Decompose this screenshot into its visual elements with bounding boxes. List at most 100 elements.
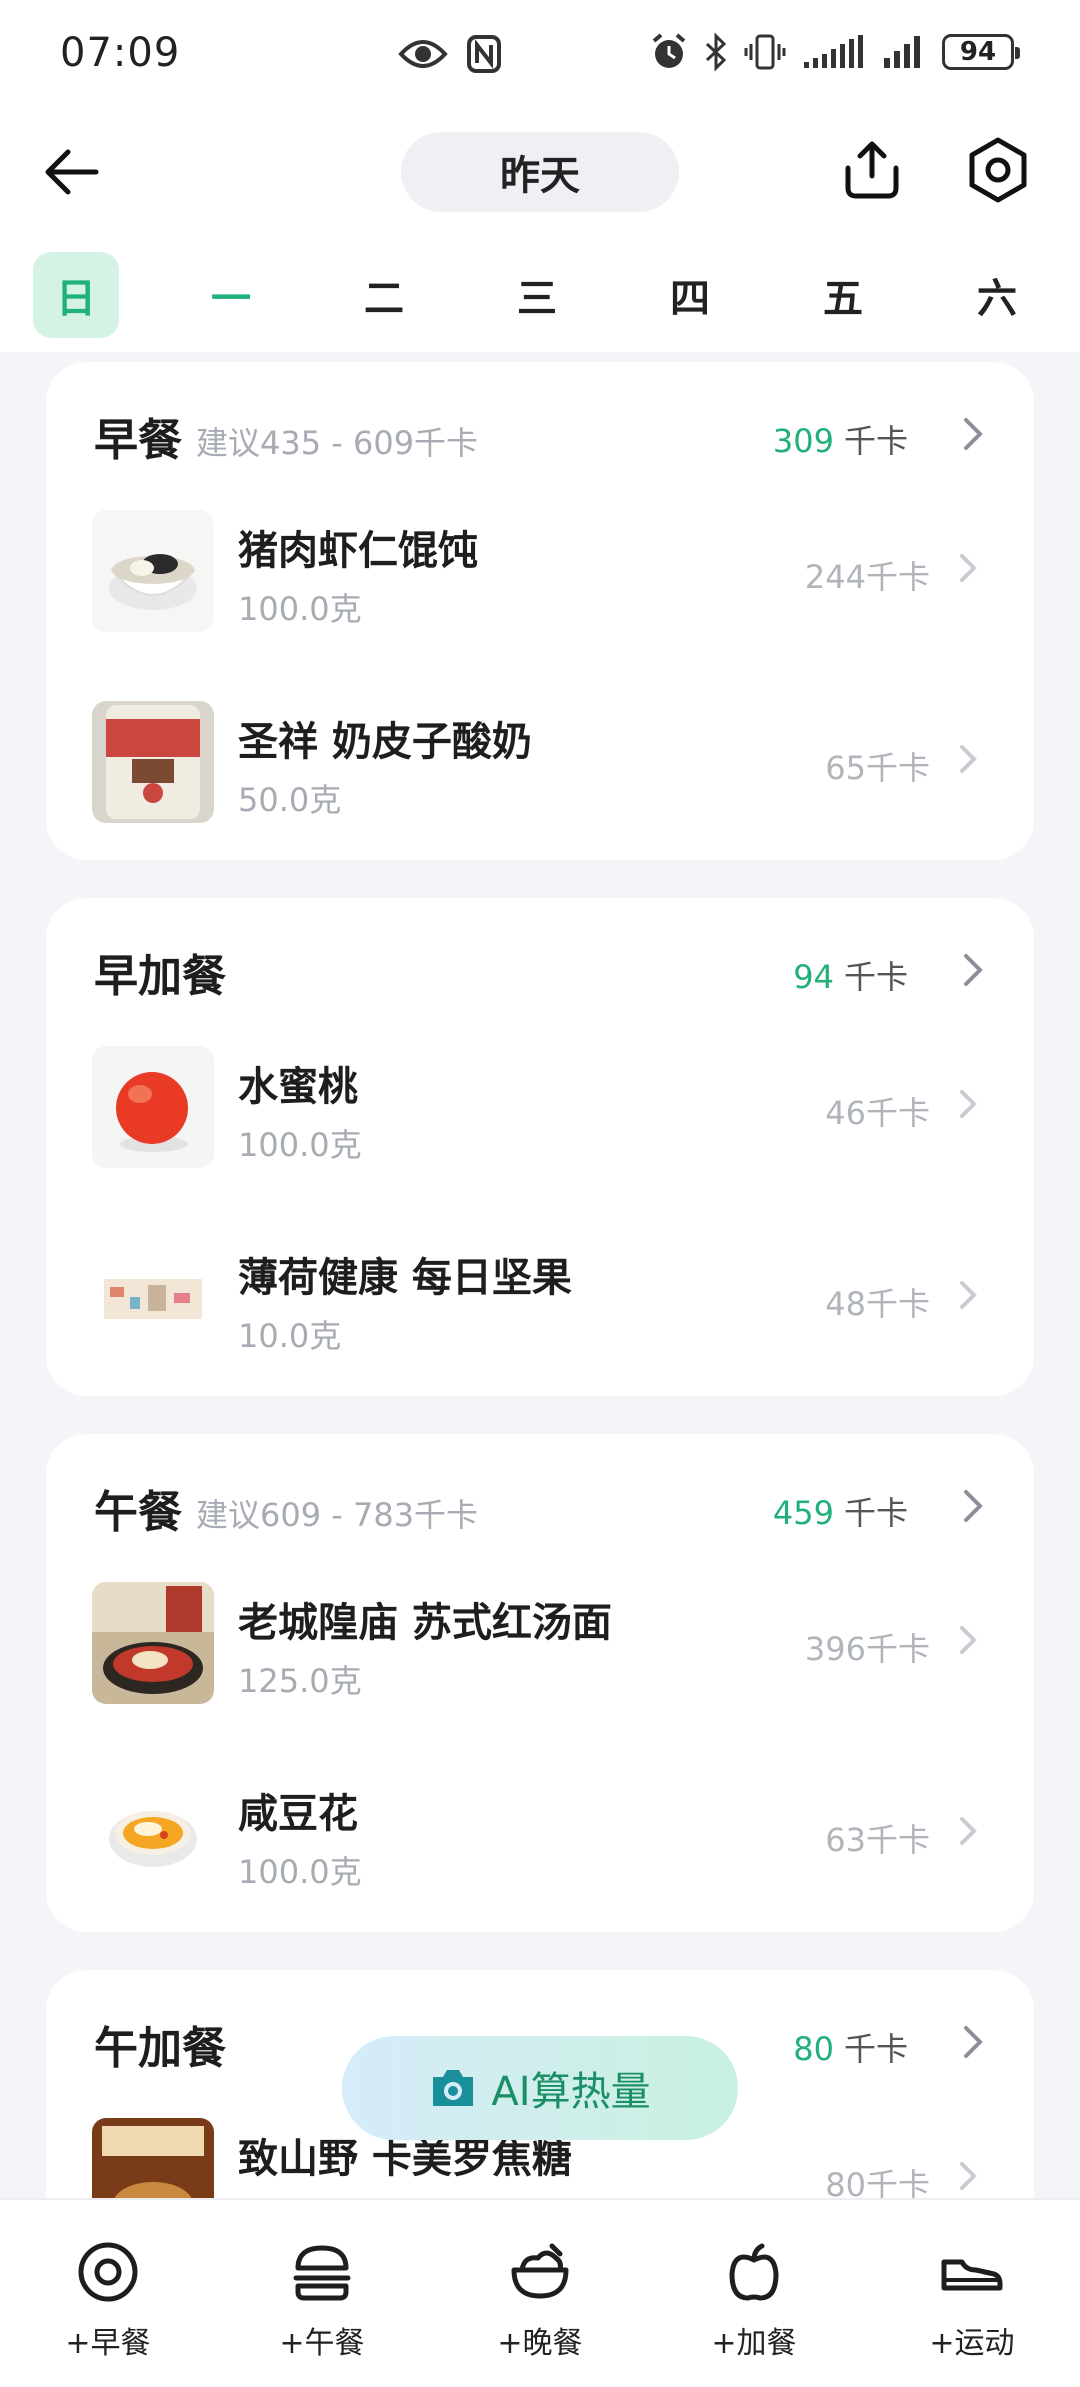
- food-image-peach: [92, 1046, 214, 1168]
- ai-calorie-button[interactable]: AI算热量: [342, 2036, 738, 2140]
- food-kcal: 46千卡: [825, 1094, 930, 1132]
- tab-label: +加餐: [711, 2326, 797, 2361]
- status-icons-right: 94: [650, 32, 1020, 72]
- chevron-right-icon: [960, 1817, 977, 1845]
- add-snack-tab[interactable]: +加餐: [674, 2240, 834, 2362]
- tab-label: +早餐: [65, 2326, 151, 2361]
- chevron-right-icon: [960, 1626, 977, 1654]
- eye-icon: [398, 40, 448, 68]
- food-image-tofu-pudding: [92, 1773, 214, 1895]
- food-name: 咸豆花: [238, 1791, 358, 1837]
- food-image-yogurt: [92, 701, 214, 823]
- signal-icon: [804, 35, 863, 68]
- food-name: 水蜜桃: [238, 1064, 358, 1110]
- meal-card-lunch: 午餐 建议609 - 783千卡 459 千卡 老城隍庙 苏式红汤面 125.0克…: [46, 1434, 1034, 1932]
- meal-kcal-unit: 千卡: [843, 958, 908, 996]
- add-exercise-tab[interactable]: +运动: [892, 2240, 1052, 2362]
- add-dinner-tab[interactable]: +晚餐: [460, 2240, 620, 2362]
- meal-kcal-unit: 千卡: [843, 422, 908, 460]
- meal-header[interactable]: 早加餐 94 千卡: [46, 898, 1034, 1008]
- sneaker-icon: [941, 2259, 1003, 2291]
- status-bar: 07:09 94: [0, 0, 1080, 110]
- meal-kcal: 309 千卡: [773, 416, 908, 462]
- meal-title: 午加餐: [94, 2023, 226, 2074]
- food-image-wonton: [92, 510, 214, 632]
- meal-kcal-value: 309: [772, 422, 834, 460]
- food-item[interactable]: 圣祥 奶皮子酸奶 50.0克 65千卡: [46, 683, 1034, 833]
- weekday-sun[interactable]: 日: [33, 252, 119, 338]
- add-breakfast-tab[interactable]: +早餐: [28, 2240, 188, 2362]
- food-image-nuts: [92, 1237, 214, 1359]
- weekday-mon[interactable]: 一: [188, 252, 274, 338]
- bluetooth-icon: [705, 32, 727, 72]
- food-item[interactable]: 猪肉虾仁馄饨 100.0克 244千卡: [46, 492, 1034, 642]
- food-quantity: 100.0克: [238, 1853, 362, 1891]
- meal-kcal: 94 千卡: [793, 952, 908, 998]
- status-time: 07:09: [60, 30, 181, 76]
- meal-title: 午餐: [94, 1487, 182, 1538]
- food-kcal: 48千卡: [825, 1285, 930, 1323]
- chevron-right-icon: [960, 1090, 977, 1118]
- meal-kcal-value: 94: [793, 958, 834, 996]
- egg-icon: [78, 2242, 138, 2302]
- settings-icon[interactable]: [964, 136, 1032, 204]
- weekday-sat[interactable]: 六: [954, 252, 1040, 338]
- tab-label: +运动: [929, 2326, 1015, 2361]
- food-quantity: 50.0克: [238, 781, 342, 819]
- food-kcal: 244千卡: [804, 558, 930, 596]
- meal-card-morning-snack: 早加餐 94 千卡 水蜜桃 100.0克 46千卡 薄荷健康 每日坚果 10.0…: [46, 898, 1034, 1396]
- weekday-thu[interactable]: 四: [647, 252, 733, 338]
- food-item[interactable]: 老城隍庙 苏式红汤面 125.0克 396千卡: [46, 1564, 1034, 1714]
- meal-kcal-value: 459: [772, 1494, 834, 1532]
- meal-title: 早加餐: [94, 951, 226, 1002]
- weekday-wed[interactable]: 三: [494, 252, 580, 338]
- meal-header[interactable]: 早餐 建议435 - 609千卡 309 千卡: [46, 362, 1034, 472]
- meal-suggestion: 建议435 - 609千卡: [196, 424, 479, 462]
- food-name: 老城隍庙 苏式红汤面: [238, 1600, 612, 1646]
- meal-kcal-unit: 千卡: [843, 1494, 908, 1532]
- weekday-selector: 日 一 二 三 四 五 六: [0, 248, 1080, 338]
- vibrate-icon: [744, 34, 786, 70]
- food-item[interactable]: 水蜜桃 100.0克 46千卡: [46, 1028, 1034, 1178]
- chevron-right-icon: [960, 2162, 977, 2190]
- apple-icon: [729, 2243, 779, 2301]
- chevron-right-icon[interactable]: [958, 1486, 988, 1526]
- back-arrow-icon[interactable]: [40, 140, 104, 204]
- weekday-fri[interactable]: 五: [800, 252, 886, 338]
- meal-kcal: 459 千卡: [773, 1488, 908, 1534]
- share-icon[interactable]: [838, 136, 906, 204]
- ai-calorie-label: AI算热量: [491, 2069, 651, 2115]
- food-quantity: 10.0克: [238, 1317, 342, 1355]
- meal-suggestion: 建议609 - 783千卡: [196, 1496, 479, 1534]
- bottom-add-bar: +早餐 +午餐 +晚餐 +加餐 +运动: [0, 2198, 1080, 2387]
- status-icons-mid: [398, 34, 502, 74]
- meal-header[interactable]: 午餐 建议609 - 783千卡 459 千卡: [46, 1434, 1034, 1544]
- chevron-right-icon: [960, 1281, 977, 1309]
- battery-indicator: 94: [942, 34, 1020, 70]
- food-kcal: 396千卡: [804, 1630, 930, 1668]
- signal-icon-2: [884, 36, 920, 68]
- tab-label: +午餐: [279, 2326, 365, 2361]
- food-item[interactable]: 咸豆花 100.0克 63千卡: [46, 1755, 1034, 1905]
- meal-kcal-value: 80: [793, 2030, 834, 2068]
- chevron-right-icon[interactable]: [958, 2022, 988, 2062]
- chevron-right-icon[interactable]: [958, 950, 988, 990]
- date-selector[interactable]: 昨天: [401, 132, 679, 212]
- food-quantity: 100.0克: [238, 590, 362, 628]
- food-name: 猪肉虾仁馄饨: [238, 528, 478, 574]
- food-name: 薄荷健康 每日坚果: [238, 1255, 572, 1301]
- add-lunch-tab[interactable]: +午餐: [242, 2240, 402, 2362]
- chevron-right-icon: [960, 554, 977, 582]
- food-quantity: 100.0克: [238, 1126, 362, 1164]
- chevron-right-icon: [960, 745, 977, 773]
- meal-kcal-unit: 千卡: [843, 2030, 908, 2068]
- food-name: 圣祥 奶皮子酸奶: [238, 719, 532, 765]
- food-item[interactable]: 薄荷健康 每日坚果 10.0克 48千卡: [46, 1219, 1034, 1369]
- meal-card-breakfast: 早餐 建议435 - 609千卡 309 千卡 猪肉虾仁馄饨 100.0克 244…: [46, 362, 1034, 860]
- top-area: 07:09 94 昨天 日 一 二 三 四 五 六: [0, 0, 1080, 352]
- weekday-tue[interactable]: 二: [341, 252, 427, 338]
- tab-label: +晚餐: [497, 2326, 583, 2361]
- food-quantity: 125.0克: [238, 1662, 362, 1700]
- food-kcal: 65千卡: [825, 749, 930, 787]
- chevron-right-icon[interactable]: [958, 414, 988, 454]
